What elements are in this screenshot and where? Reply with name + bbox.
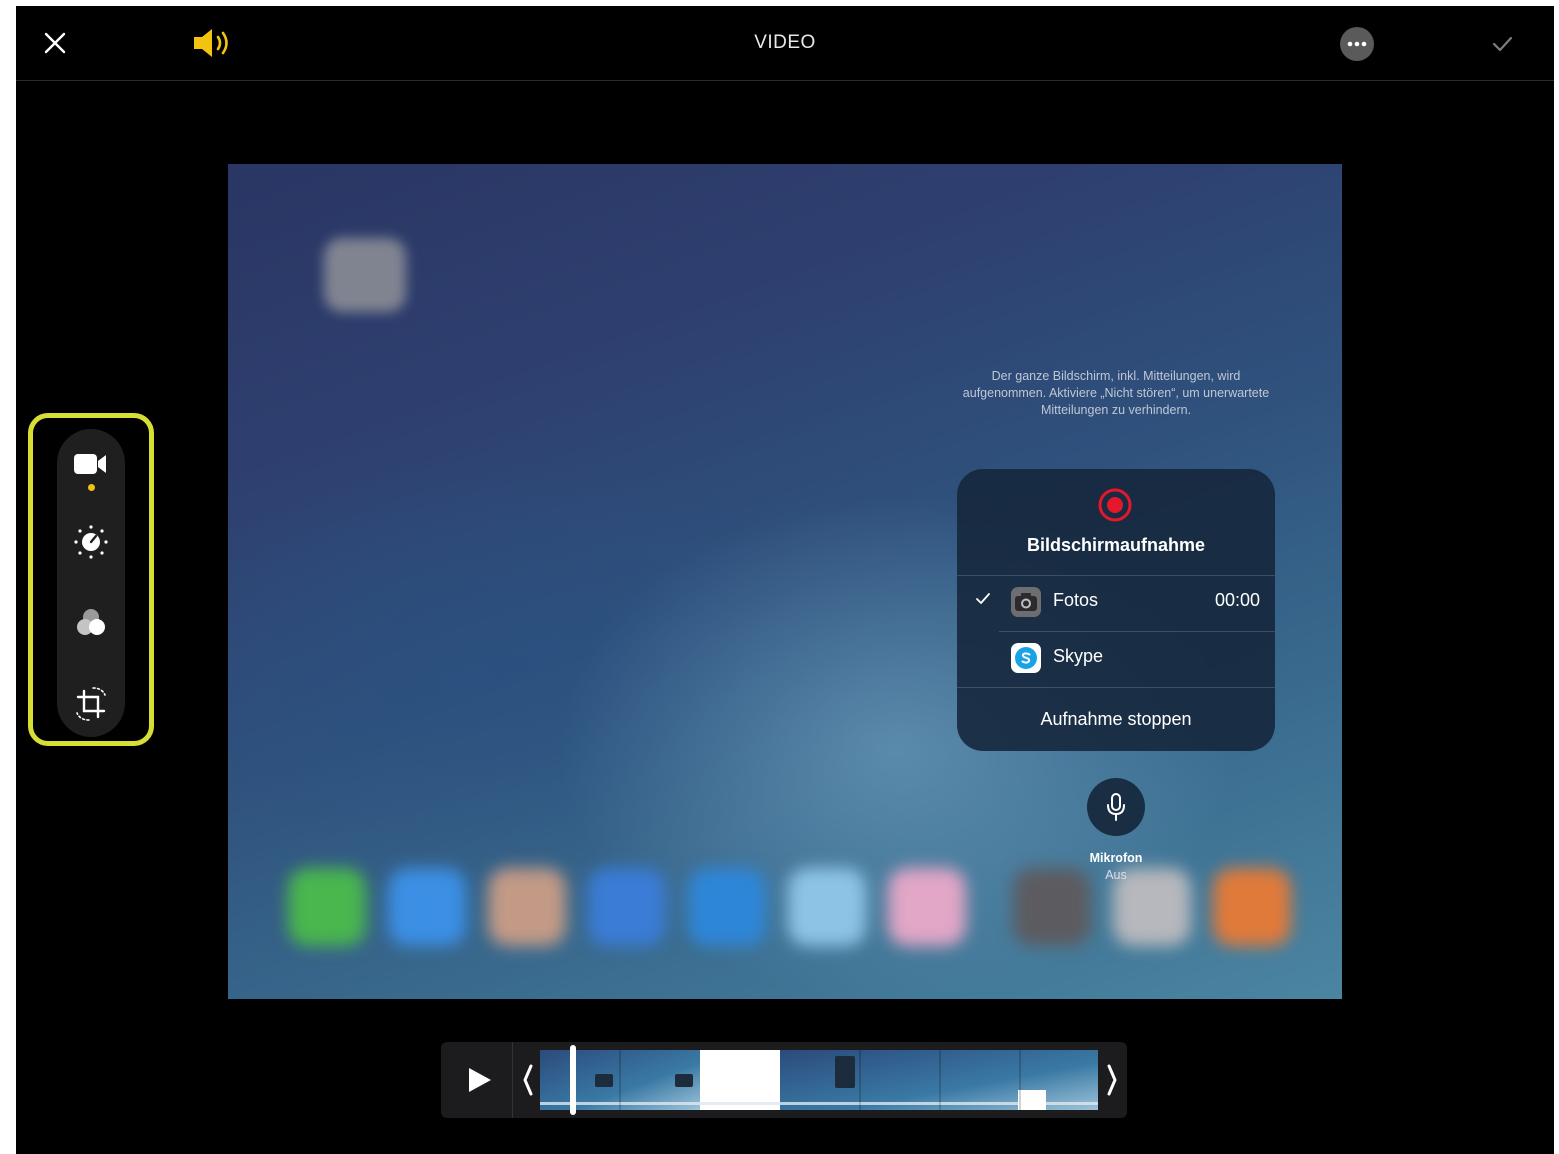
- playhead[interactable]: [570, 1045, 576, 1115]
- list-item-skype[interactable]: Skype: [957, 631, 1275, 685]
- stop-recording-button[interactable]: Aufnahme stoppen: [957, 709, 1275, 730]
- divider: [957, 687, 1275, 688]
- timeline-bar: [441, 1042, 1127, 1118]
- recording-time: 00:00: [1214, 590, 1260, 610]
- screen-recording-panel: Bildschirmaufnahme Fotos 00:00 Skype Auf…: [957, 469, 1275, 751]
- divider: [512, 1042, 513, 1118]
- microphone-status: Aus: [1105, 868, 1127, 882]
- play-icon[interactable]: [461, 1062, 497, 1098]
- microphone-icon[interactable]: [1087, 778, 1145, 836]
- top-bar: VIDEO: [16, 6, 1554, 81]
- page-title: VIDEO: [754, 32, 816, 53]
- trim-handle-right-icon[interactable]: [1105, 1060, 1119, 1100]
- microphone-title: Mikrofon: [1089, 851, 1143, 865]
- checkmark-icon[interactable]: [1488, 30, 1516, 58]
- video-editor: VIDEO Der ganze Bildschirm, inkl. Mittei…: [16, 6, 1554, 1154]
- selected-indicator: [88, 484, 95, 491]
- video-camera-icon[interactable]: [69, 442, 113, 486]
- trim-handle-left-icon[interactable]: [521, 1060, 535, 1100]
- adjust-dial-icon[interactable]: [69, 520, 113, 564]
- checkmark-icon: [975, 591, 991, 607]
- crop-rotate-icon[interactable]: [69, 682, 113, 726]
- record-icon[interactable]: [1098, 488, 1132, 522]
- skype-app-icon: [1011, 643, 1041, 673]
- list-item-fotos[interactable]: Fotos 00:00: [957, 575, 1275, 629]
- panel-title: Bildschirmaufnahme: [1026, 535, 1206, 555]
- recording-note: Der ganze Bildschirm, inkl. Mitteilungen…: [962, 369, 1270, 417]
- more-icon[interactable]: [1340, 27, 1374, 61]
- blurred-app-icon: [324, 238, 406, 312]
- camera-app-icon: [1011, 587, 1041, 617]
- row-label: Skype: [1053, 646, 1104, 666]
- microphone-label: Mikrofon Aus: [1066, 850, 1166, 884]
- filters-icon[interactable]: [69, 602, 113, 646]
- filmstrip[interactable]: [540, 1050, 1098, 1110]
- row-label: Fotos: [1053, 590, 1099, 610]
- video-preview[interactable]: Der ganze Bildschirm, inkl. Mitteilungen…: [228, 164, 1342, 999]
